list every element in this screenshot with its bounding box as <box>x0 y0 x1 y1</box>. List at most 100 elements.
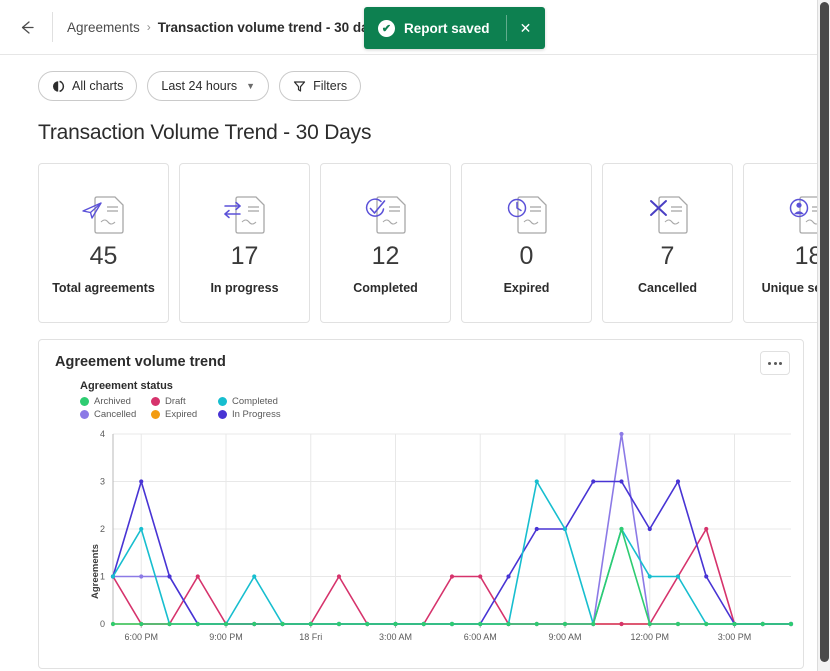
data-point <box>506 574 511 579</box>
dot <box>779 361 782 365</box>
report-saved-toast: ✔ Report saved ✕ <box>364 7 545 49</box>
stat-card-total-agreements[interactable]: 45 Total agreements <box>38 163 169 323</box>
data-point <box>478 574 483 579</box>
legend-item-expired[interactable]: Expired <box>151 409 218 420</box>
filters-button[interactable]: Filters <box>279 71 362 101</box>
data-point <box>534 526 539 532</box>
x-tick-label: 6:00 AM <box>464 632 497 642</box>
stat-value: 45 <box>89 242 118 270</box>
data-point <box>534 621 539 627</box>
legend-label: Draft <box>165 396 186 407</box>
data-point <box>421 621 426 627</box>
y-tick-label: 3 <box>100 477 105 487</box>
document-check-icon <box>359 186 413 242</box>
document-exchange-icon <box>218 186 272 242</box>
app-root: Agreements › Transaction volume trend - … <box>0 0 830 671</box>
legend-label: Cancelled <box>94 409 137 420</box>
legend-label: Completed <box>232 396 278 407</box>
stat-label: Cancelled <box>637 281 698 295</box>
data-point <box>760 621 765 627</box>
legend-label: Expired <box>165 409 198 420</box>
dot <box>768 361 771 365</box>
all-charts-button[interactable]: All charts <box>38 71 138 101</box>
all-charts-label: All charts <box>72 79 124 93</box>
data-point <box>647 526 652 532</box>
legend-item-archived[interactable]: Archived <box>80 396 151 407</box>
y-tick-label: 2 <box>100 524 105 534</box>
breadcrumb-current: Transaction volume trend - 30 days <box>157 19 384 35</box>
document-clock-icon <box>500 186 554 242</box>
data-point <box>139 621 144 627</box>
legend-title: Agreement status <box>80 380 173 392</box>
vertical-scrollbar[interactable] <box>817 0 830 671</box>
data-point <box>336 574 342 579</box>
back-button[interactable] <box>8 8 46 46</box>
series-line-in-progress <box>112 480 792 625</box>
check-circle-icon: ✔ <box>378 19 395 37</box>
series-line-completed <box>112 480 792 625</box>
stat-value: 12 <box>371 242 400 270</box>
data-point <box>449 621 455 627</box>
legend-swatch <box>80 397 89 406</box>
x-tick-label: 9:00 PM <box>209 632 243 642</box>
legend-item-in-progress[interactable]: In Progress <box>218 409 803 420</box>
data-point <box>478 621 483 627</box>
legend-label: Archived <box>94 396 131 407</box>
stat-label: Completed <box>353 281 418 295</box>
toast-message: Report saved <box>404 20 490 36</box>
charts-icon <box>52 80 65 92</box>
data-point <box>365 621 370 627</box>
funnel-icon <box>293 80 306 92</box>
data-point <box>562 621 568 627</box>
legend-item-draft[interactable]: Draft <box>151 396 218 407</box>
legend-item-completed[interactable]: Completed <box>218 396 803 407</box>
data-point <box>562 526 568 532</box>
data-point <box>619 431 624 437</box>
filters-label: Filters <box>313 79 348 93</box>
line-chart: 012346:00 PM 9:00 PM 18 Fri 3:00 AM 6:00 AM 9… <box>100 429 794 642</box>
stat-value: 17 <box>230 242 259 270</box>
x-tick-label: 3:00 AM <box>379 632 412 642</box>
stat-card-completed[interactable]: 12 Completed <box>320 163 451 323</box>
stat-card-in-progress[interactable]: 17 In progress <box>179 163 310 323</box>
data-point <box>139 479 144 484</box>
data-point <box>336 621 342 627</box>
data-point <box>619 479 624 484</box>
data-point <box>223 621 229 627</box>
stat-value: 7 <box>660 242 675 270</box>
data-point <box>675 479 681 484</box>
stat-cards: 45 Total agreements 17 In progress 12 Co… <box>0 145 830 323</box>
stat-card-expired[interactable]: 0 Expired <box>461 163 592 323</box>
data-point <box>591 479 596 484</box>
toast-close-button[interactable]: ✕ <box>507 7 545 49</box>
legend-swatch <box>218 410 227 419</box>
legend-item-cancelled[interactable]: Cancelled <box>80 409 151 420</box>
data-point <box>788 621 794 627</box>
document-x-icon <box>641 186 695 242</box>
more-options-icon[interactable] <box>760 351 790 375</box>
page-title: Transaction Volume Trend - 30 Days <box>38 121 372 144</box>
arrow-left-icon <box>21 20 34 34</box>
panel-title: Agreement volume trend <box>55 354 226 370</box>
document-send-icon <box>77 186 131 242</box>
time-range-dropdown[interactable]: Last 24 hours ▼ <box>147 71 270 101</box>
header-divider <box>52 12 53 42</box>
time-range-label: Last 24 hours <box>161 79 238 93</box>
legend-swatch <box>151 410 160 419</box>
data-point <box>252 574 257 579</box>
legend-label: In Progress <box>232 409 281 420</box>
data-point <box>195 574 200 579</box>
data-point <box>732 621 737 627</box>
data-point <box>110 621 116 627</box>
data-point <box>195 621 200 627</box>
data-point <box>704 621 709 627</box>
scrollbar-thumb[interactable] <box>820 2 829 662</box>
x-tick-label: 12:00 PM <box>630 632 669 642</box>
data-point <box>506 621 511 627</box>
data-point <box>252 621 257 627</box>
y-tick-label: 4 <box>100 429 105 439</box>
stat-card-cancelled[interactable]: 7 Cancelled <box>602 163 733 323</box>
breadcrumb-agreements[interactable]: Agreements <box>67 20 140 35</box>
data-point <box>619 526 624 532</box>
data-point <box>704 574 709 579</box>
